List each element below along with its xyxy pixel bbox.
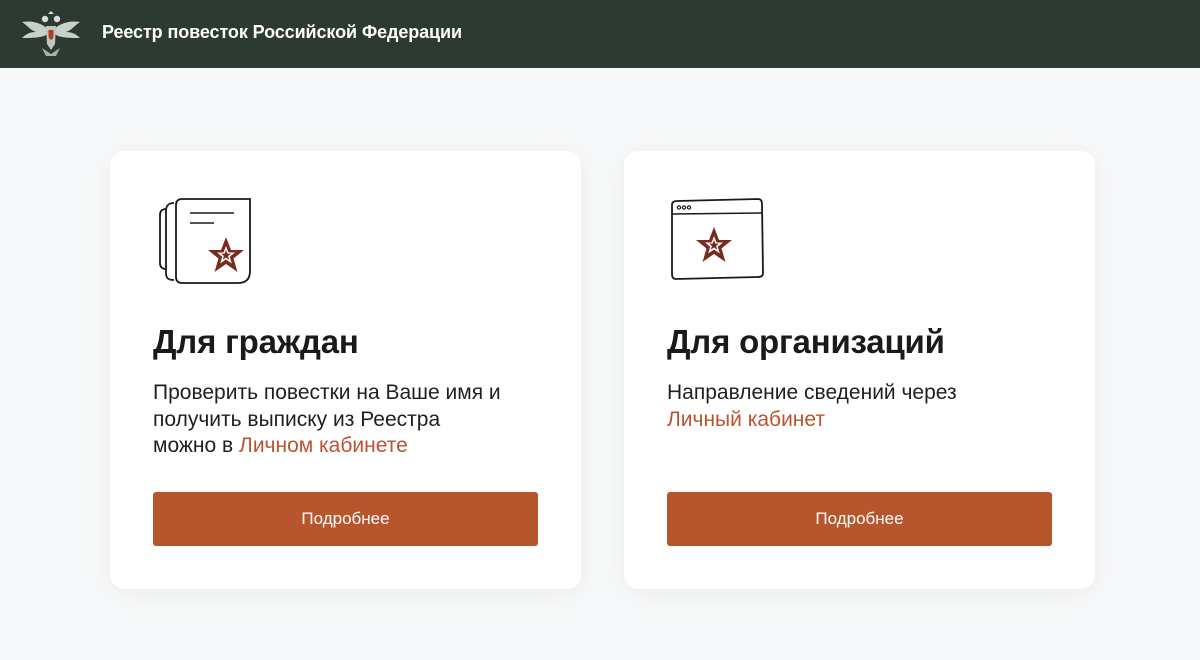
citizens-title: Для граждан	[153, 323, 359, 360]
summons-document-icon	[159, 198, 251, 284]
personal-cabinet-link[interactable]: Личный кабинет	[667, 408, 825, 431]
personal-account-link[interactable]: Личном кабинете	[239, 434, 408, 457]
organizations-description: Направление сведений через Личный кабине…	[667, 380, 1067, 433]
organizations-more-button[interactable]: Подробнее	[667, 492, 1052, 546]
site-title[interactable]: Реестр повесток Российской Федерации	[102, 22, 462, 43]
browser-window-icon	[671, 198, 764, 280]
organizations-title: Для организаций	[667, 323, 945, 360]
citizens-desc-prefix: можно в	[153, 434, 240, 457]
citizens-desc-line-1: Проверить повестки на Ваше имя и	[153, 381, 501, 404]
citizens-desc-line-2: получить выписку из Реестра	[153, 407, 441, 431]
eagle-emblem-icon[interactable]	[18, 10, 84, 58]
site-header: Реестр повесток Российской Федерации	[0, 0, 1200, 68]
citizens-card: Для граждан Проверить повестки на Ваше и…	[110, 151, 581, 589]
organizations-desc-line-1: Направление сведений через	[667, 381, 957, 404]
citizens-description: Проверить повестки на Ваше имя и получит…	[153, 380, 553, 460]
organizations-card: Для организаций Направление сведений чер…	[624, 151, 1095, 589]
citizens-desc-line-3: можно в Личном кабинете	[153, 433, 553, 460]
citizens-more-button[interactable]: Подробнее	[153, 492, 538, 546]
